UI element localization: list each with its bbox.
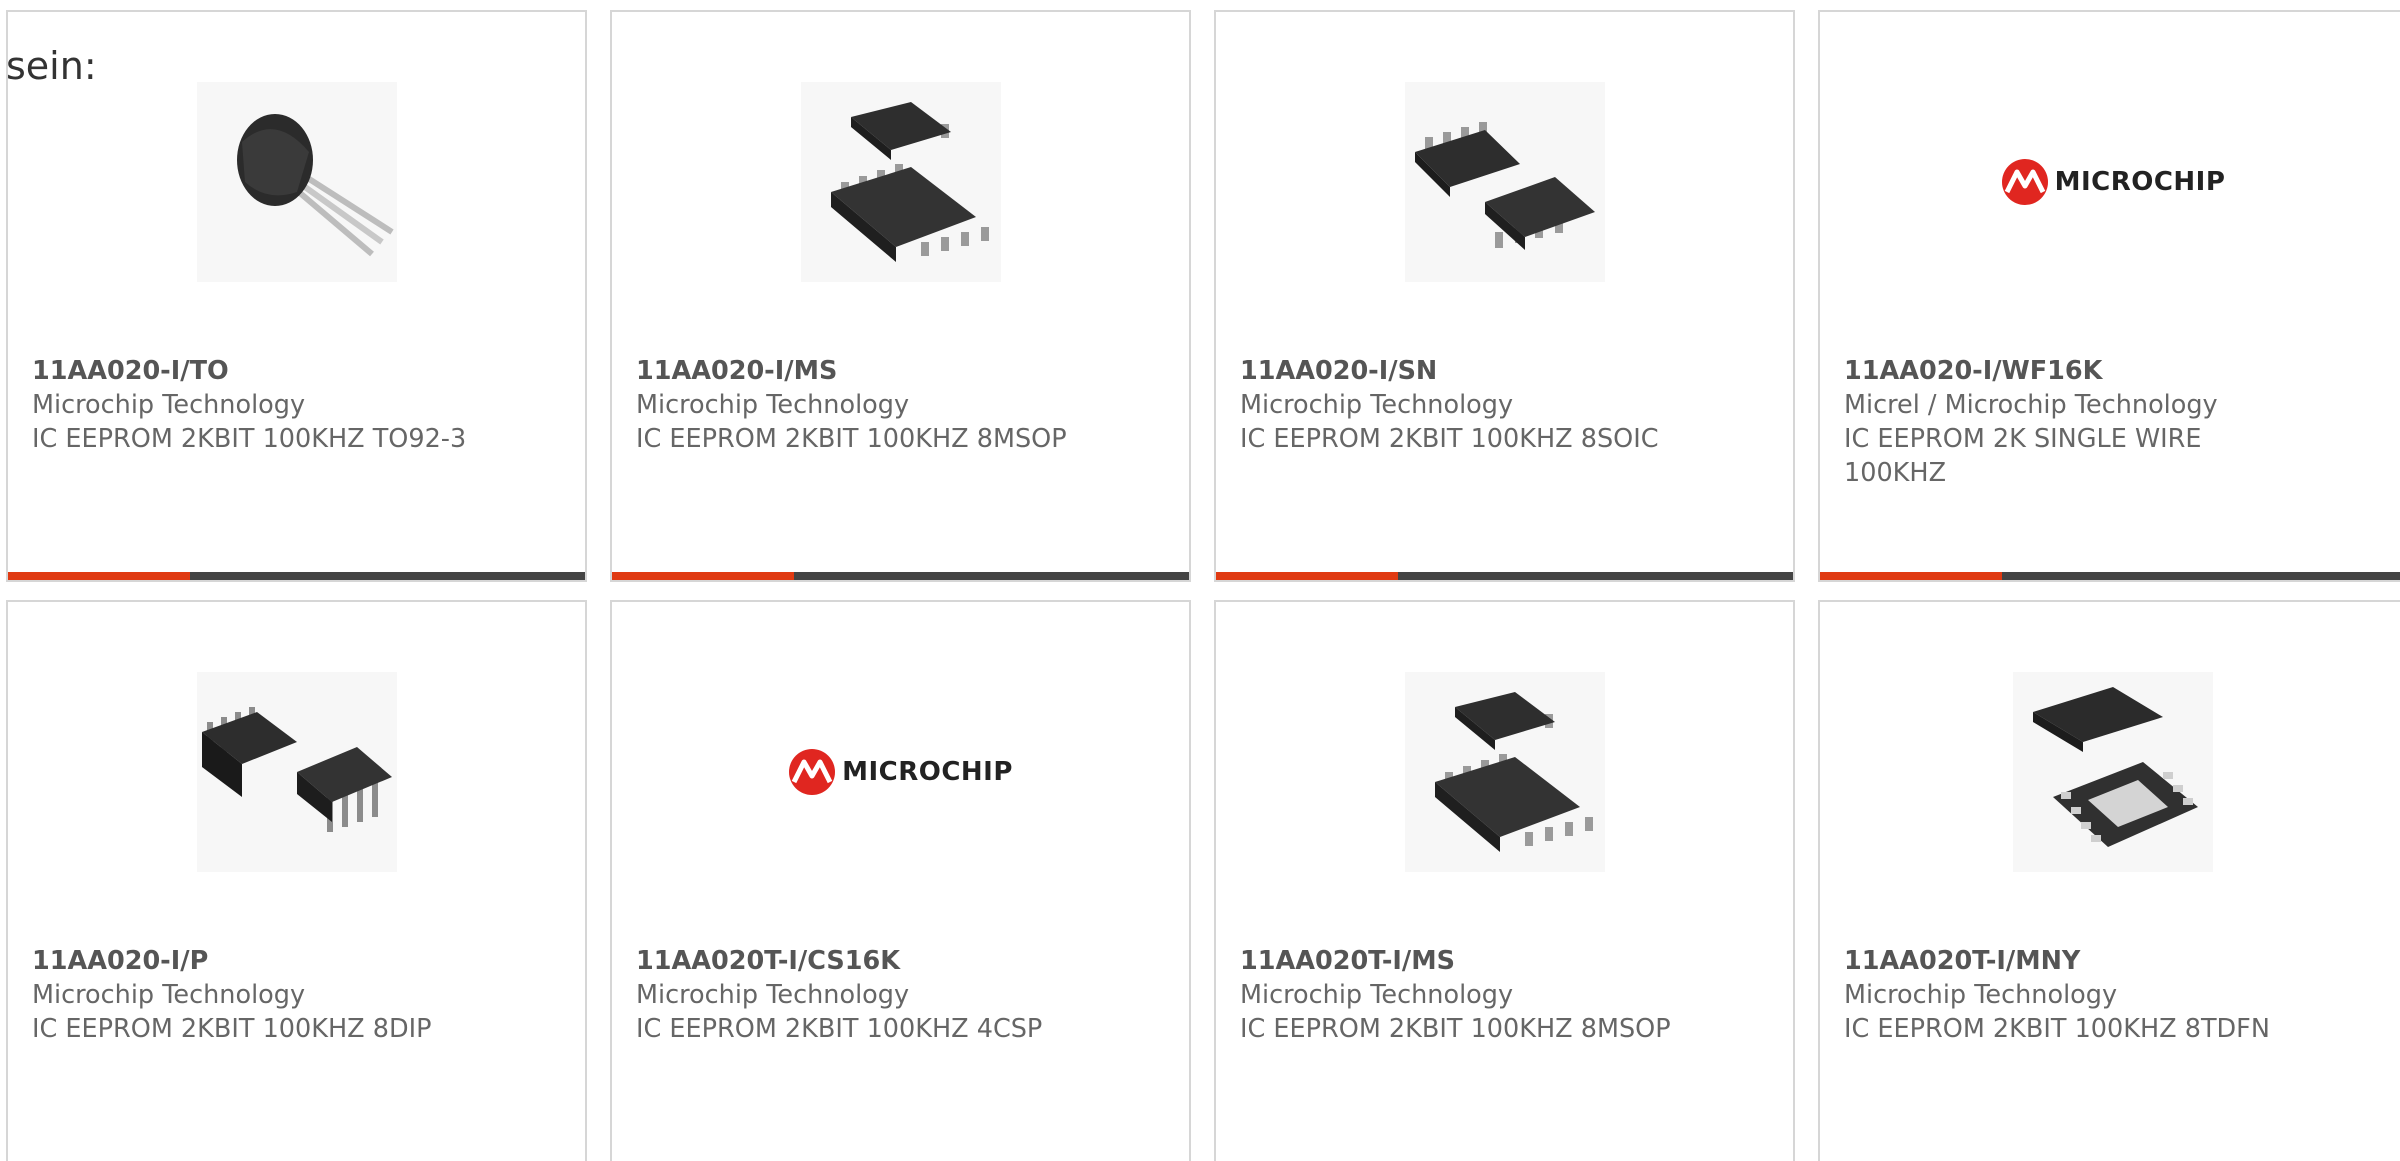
part-number-link[interactable]: 11AA020-I/P (32, 944, 472, 978)
manufacturer: Microchip Technology (636, 390, 910, 420)
manufacturer: Microchip Technology (636, 980, 910, 1010)
part-number-link[interactable]: 11AA020-I/TO (32, 354, 472, 388)
card-bottom-bar (612, 572, 1189, 580)
description: IC EEPROM 2K SINGLE WIRE 100KHZ (1844, 424, 2202, 488)
product-card[interactable]: 11AA020-I/TO Microchip Technology IC EEP… (6, 10, 587, 582)
product-image[interactable] (1404, 672, 1605, 872)
microchip-logo-icon (789, 749, 836, 795)
manufacturer: Microchip Technology (1240, 980, 1514, 1010)
description: IC EEPROM 2KBIT 100KHZ 8MSOP (1240, 1014, 1671, 1044)
product-card[interactable]: 11AA020T-I/MS Microchip Technology IC EE… (1214, 600, 1795, 1161)
product-card[interactable]: 11AA020-I/P Microchip Technology IC EEPR… (6, 600, 587, 1161)
description: IC EEPROM 2KBIT 100KHZ 8TDFN (1844, 1014, 2270, 1044)
product-card[interactable]: 11AA020-I/SN Microchip Technology IC EEP… (1214, 10, 1795, 582)
product-info: 11AA020-I/SN Microchip Technology IC EEP… (1240, 354, 1680, 456)
intro-text: sein: (6, 44, 97, 88)
tdfn-package-icon (2033, 687, 2198, 847)
product-card[interactable]: MICROCHIP 11AA020-I/WF16K Micrel / Micro… (1818, 10, 2400, 582)
to92-package-icon (236, 114, 394, 257)
microchip-logo: MICROCHIP (2001, 158, 2226, 206)
card-accent (1216, 572, 1398, 580)
description: IC EEPROM 2KBIT 100KHZ 4CSP (636, 1014, 1043, 1044)
part-number-link[interactable]: 11AA020-I/WF16K (1844, 354, 2284, 388)
product-image[interactable]: MICROCHIP (2001, 82, 2225, 282)
msop-package-icon (1434, 692, 1593, 852)
product-card[interactable]: MICROCHIP 11AA020T-I/CS16K Microchip Tec… (610, 600, 1191, 1161)
product-info: 11AA020-I/MS Microchip Technology IC EEP… (636, 354, 1076, 456)
description: IC EEPROM 2KBIT 100KHZ TO92-3 (32, 424, 467, 454)
microchip-logo-icon (2001, 159, 2048, 205)
product-image[interactable]: MICROCHIP (789, 672, 1012, 872)
product-image[interactable] (800, 82, 1001, 282)
product-info: 11AA020-I/TO Microchip Technology IC EEP… (32, 354, 472, 456)
product-info: 11AA020-I/WF16K Micrel / Microchip Techn… (1844, 354, 2284, 490)
part-number-link[interactable]: 11AA020-I/SN (1240, 354, 1680, 388)
logo-text: MICROCHIP (2054, 167, 2226, 197)
part-number-link[interactable]: 11AA020T-I/CS16K (636, 944, 1076, 978)
dip-package-icon (201, 707, 392, 832)
product-card[interactable]: 11AA020-I/MS Microchip Technology IC EEP… (610, 10, 1191, 582)
manufacturer: Microchip Technology (32, 980, 306, 1010)
part-number-link[interactable]: 11AA020-I/MS (636, 354, 1076, 388)
manufacturer: Microchip Technology (1240, 390, 1514, 420)
microchip-logo: MICROCHIP (788, 748, 1013, 796)
product-image[interactable] (196, 82, 397, 282)
part-number-link[interactable]: 11AA020T-I/MNY (1844, 944, 2284, 978)
manufacturer: Micrel / Microchip Technology (1844, 390, 2218, 420)
manufacturer: Microchip Technology (32, 390, 306, 420)
part-number-link[interactable]: 11AA020T-I/MS (1240, 944, 1680, 978)
product-image[interactable] (196, 672, 397, 872)
description: IC EEPROM 2KBIT 100KHZ 8DIP (32, 1014, 432, 1044)
card-accent (612, 572, 794, 580)
msop-package-icon (830, 102, 989, 262)
manufacturer: Microchip Technology (1844, 980, 2118, 1010)
product-card[interactable]: 11AA020T-I/MNY Microchip Technology IC E… (1818, 600, 2400, 1161)
soic-package-icon (1414, 122, 1595, 250)
product-info: 11AA020-I/P Microchip Technology IC EEPR… (32, 944, 472, 1046)
card-bottom-bar (1820, 572, 2400, 580)
product-image[interactable] (2013, 672, 2213, 872)
description: IC EEPROM 2KBIT 100KHZ 8SOIC (1240, 424, 1659, 454)
product-info: 11AA020T-I/MNY Microchip Technology IC E… (1844, 944, 2284, 1046)
card-bottom-bar (8, 572, 585, 580)
card-accent (1820, 572, 2002, 580)
product-listing-page: sein: 11AA020-I/TO Microchip Technology … (0, 0, 2400, 1161)
product-info: 11AA020T-I/MS Microchip Technology IC EE… (1240, 944, 1680, 1046)
product-info: 11AA020T-I/CS16K Microchip Technology IC… (636, 944, 1076, 1046)
logo-text: MICROCHIP (842, 757, 1013, 787)
product-grid: 11AA020-I/TO Microchip Technology IC EEP… (6, 10, 2400, 1161)
description: IC EEPROM 2KBIT 100KHZ 8MSOP (636, 424, 1067, 454)
card-accent (8, 572, 190, 580)
product-image[interactable] (1404, 82, 1605, 282)
card-bottom-bar (1216, 572, 1793, 580)
